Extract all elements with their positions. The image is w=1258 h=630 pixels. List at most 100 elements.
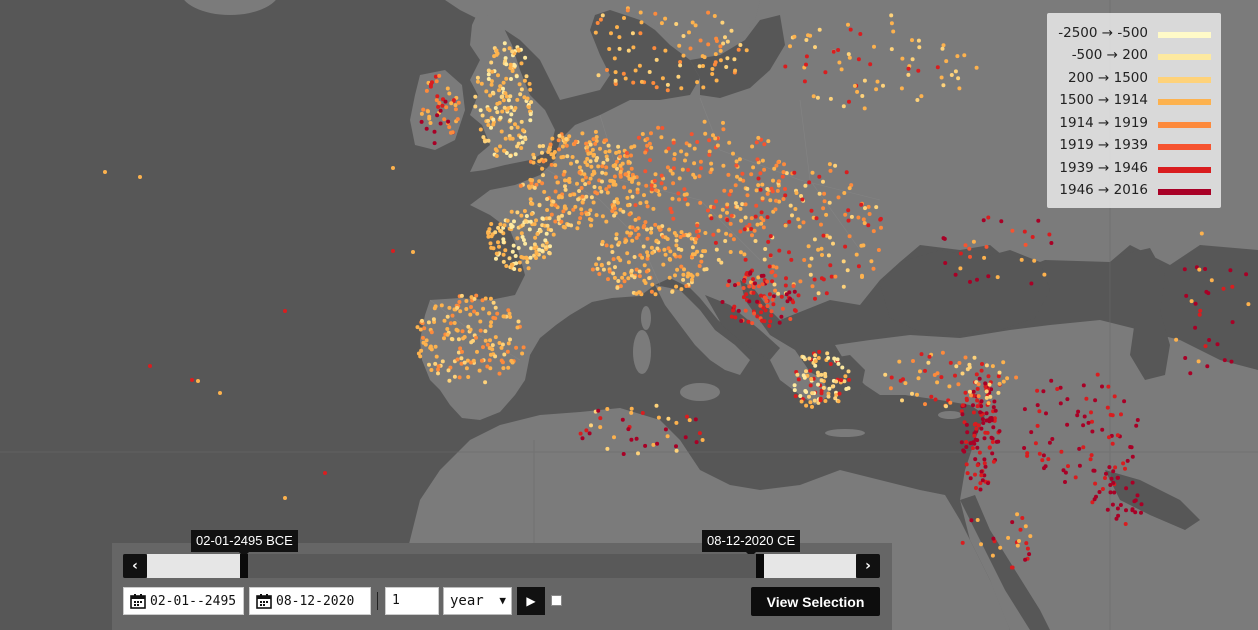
event-dot[interactable] (567, 134, 572, 139)
event-dot[interactable] (796, 293, 801, 298)
event-dot[interactable] (1222, 358, 1227, 363)
event-dot[interactable] (915, 98, 920, 102)
event-dot[interactable] (636, 181, 641, 186)
event-dot[interactable] (640, 411, 645, 415)
event-dot[interactable] (821, 233, 826, 238)
event-dot[interactable] (645, 250, 650, 255)
step-size-input[interactable]: 1 (385, 587, 439, 615)
event-dot[interactable] (821, 179, 825, 184)
event-dot[interactable] (488, 352, 493, 357)
event-dot[interactable] (807, 263, 812, 268)
event-dot[interactable] (688, 46, 693, 51)
event-dot[interactable] (630, 194, 635, 199)
event-dot[interactable] (749, 216, 754, 221)
event-dot[interactable] (819, 378, 824, 383)
event-dot[interactable] (941, 83, 946, 88)
event-dot[interactable] (1193, 301, 1198, 306)
event-dot[interactable] (643, 281, 648, 285)
event-dot[interactable] (881, 83, 885, 88)
event-dot[interactable] (1123, 522, 1128, 526)
event-dot[interactable] (941, 236, 946, 241)
event-dot[interactable] (1041, 389, 1046, 394)
event-dot[interactable] (771, 178, 775, 183)
event-dot[interactable] (486, 72, 491, 77)
event-dot[interactable] (1095, 372, 1100, 377)
event-dot[interactable] (1017, 539, 1021, 543)
event-dot[interactable] (553, 163, 558, 168)
event-dot[interactable] (1006, 535, 1011, 540)
event-dot[interactable] (829, 274, 834, 279)
event-dot[interactable] (759, 221, 764, 226)
event-dot[interactable] (752, 311, 757, 316)
event-dot[interactable] (793, 207, 798, 211)
event-dot[interactable] (1024, 541, 1029, 546)
event-dot[interactable] (972, 355, 977, 360)
event-dot[interactable] (527, 227, 532, 232)
event-dot[interactable] (1022, 229, 1027, 234)
event-dot[interactable] (432, 141, 437, 146)
event-dot[interactable] (519, 146, 524, 150)
event-dot[interactable] (799, 194, 803, 198)
event-dot[interactable] (935, 380, 940, 385)
event-dot[interactable] (707, 149, 712, 154)
event-dot[interactable] (1014, 375, 1019, 380)
event-dot[interactable] (645, 227, 649, 232)
event-dot[interactable] (569, 223, 574, 228)
event-dot[interactable] (1090, 429, 1095, 434)
event-dot[interactable] (1001, 379, 1006, 384)
event-dot[interactable] (471, 358, 476, 363)
event-dot[interactable] (729, 314, 734, 319)
event-dot[interactable] (516, 319, 521, 324)
event-dot[interactable] (959, 440, 964, 445)
event-dot[interactable] (731, 237, 736, 242)
event-dot[interactable] (521, 255, 526, 260)
event-dot[interactable] (600, 13, 605, 18)
event-dot[interactable] (725, 202, 730, 207)
event-dot[interactable] (888, 386, 893, 391)
event-dot[interactable] (596, 164, 601, 169)
event-dot[interactable] (963, 355, 968, 360)
event-dot[interactable] (502, 41, 507, 46)
event-dot[interactable] (953, 69, 958, 74)
event-dot[interactable] (671, 181, 676, 186)
event-dot[interactable] (537, 144, 542, 149)
event-dot[interactable] (819, 246, 824, 251)
event-dot[interactable] (871, 266, 876, 271)
event-dot[interactable] (699, 259, 704, 264)
event-dot[interactable] (433, 74, 438, 79)
event-dot[interactable] (729, 28, 734, 33)
event-dot[interactable] (496, 225, 501, 230)
event-dot[interactable] (810, 404, 814, 409)
event-dot[interactable] (519, 135, 523, 140)
event-dot[interactable] (984, 411, 989, 416)
event-dot[interactable] (616, 144, 621, 149)
event-dot[interactable] (768, 234, 773, 239)
event-dot[interactable] (532, 246, 537, 250)
event-dot[interactable] (614, 232, 619, 237)
event-dot[interactable] (869, 259, 874, 264)
event-dot[interactable] (605, 68, 609, 72)
event-dot[interactable] (643, 220, 648, 225)
event-dot[interactable] (1058, 401, 1063, 406)
event-dot[interactable] (859, 202, 864, 207)
event-dot[interactable] (923, 368, 927, 373)
event-dot[interactable] (927, 354, 932, 359)
event-dot[interactable] (1023, 242, 1028, 247)
event-dot[interactable] (429, 368, 434, 372)
event-dot[interactable] (515, 97, 520, 102)
event-dot[interactable] (990, 436, 995, 441)
event-dot[interactable] (918, 369, 922, 374)
event-dot[interactable] (761, 218, 766, 223)
event-dot[interactable] (1073, 475, 1078, 480)
event-dot[interactable] (962, 449, 967, 454)
event-dot[interactable] (585, 156, 590, 161)
event-dot[interactable] (508, 337, 512, 342)
event-dot[interactable] (813, 359, 818, 364)
event-dot[interactable] (813, 353, 818, 358)
event-dot[interactable] (570, 155, 575, 159)
event-dot[interactable] (828, 168, 833, 173)
event-dot[interactable] (585, 145, 590, 150)
event-dot[interactable] (738, 229, 743, 234)
event-dot[interactable] (521, 345, 526, 350)
event-dot[interactable] (434, 354, 439, 359)
